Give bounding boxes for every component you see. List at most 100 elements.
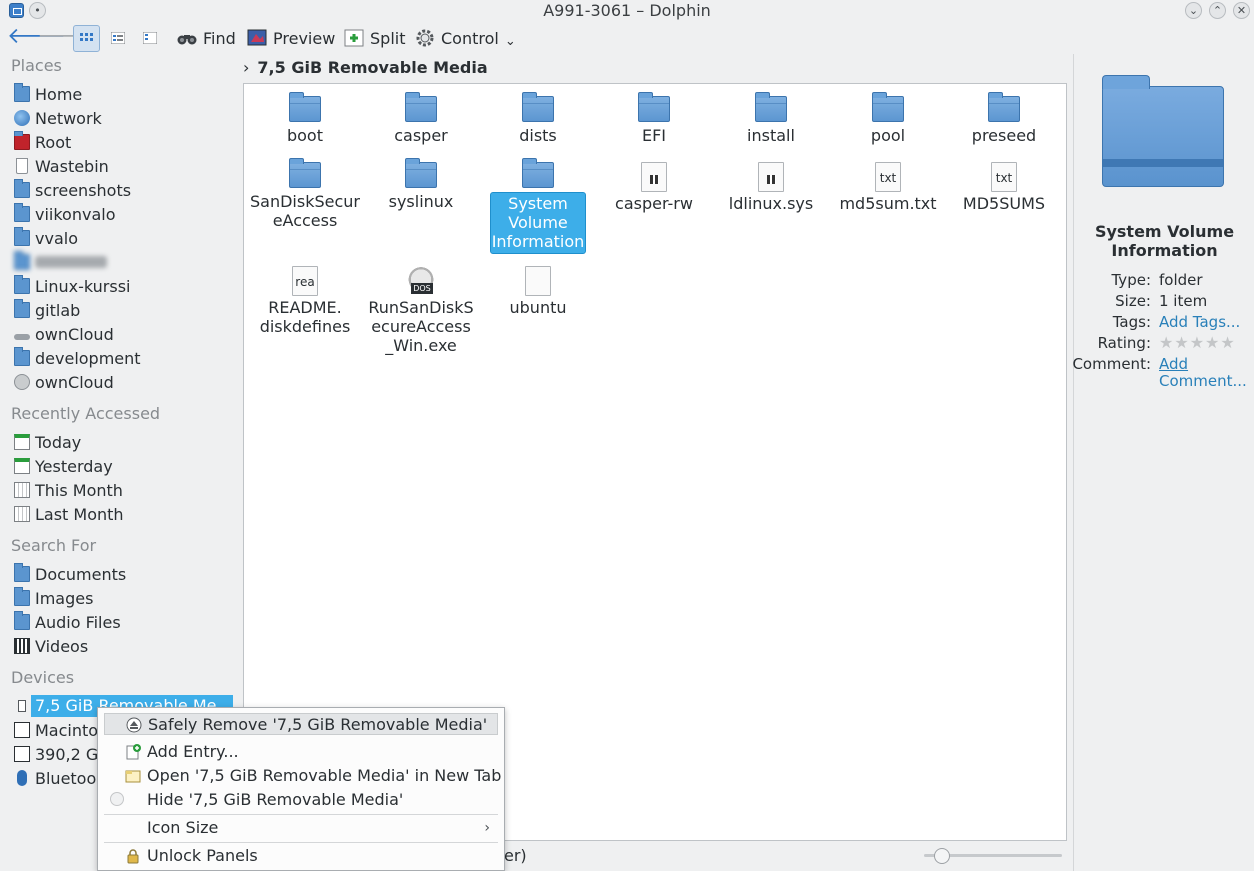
rating-stars[interactable]: ★ ★ ★ ★ ★ <box>1159 335 1235 351</box>
places-item-linux-kurssi[interactable]: Linux-kurssi <box>14 274 131 298</box>
places-item-network[interactable]: Network <box>14 106 102 130</box>
close-button[interactable]: ✕ <box>1233 2 1250 19</box>
compact-view-icon <box>111 32 125 44</box>
add-comment-link-line1: Add <box>1159 355 1189 373</box>
menu-item-icon-size[interactable]: Icon Size › <box>104 817 498 839</box>
file-name: pool <box>870 126 906 145</box>
file-item-casper[interactable]: casper <box>366 92 476 145</box>
places-section-header: Places <box>11 56 62 75</box>
info-rating-label: Rating: <box>1097 334 1151 352</box>
places-item-label: development <box>35 348 141 368</box>
zoom-slider-handle[interactable] <box>934 848 950 864</box>
places-item-screenshots[interactable]: screenshots <box>14 178 131 202</box>
places-item-vvalo[interactable]: vvalo <box>14 226 78 250</box>
menu-item-unlock-panels[interactable]: Unlock Panels <box>104 845 498 867</box>
binary-file-icon <box>758 162 784 192</box>
file-item-pool[interactable]: pool <box>833 92 943 145</box>
menu-item-add-entry[interactable]: Add Entry... <box>104 741 498 763</box>
breadcrumb-current[interactable]: 7,5 GiB Removable Media <box>257 58 487 77</box>
search-item-videos[interactable]: Videos <box>14 634 88 658</box>
places-item-gitlab[interactable]: gitlab <box>14 298 80 322</box>
file-item-ldlinux-sys[interactable]: ldlinux.sys <box>716 162 826 213</box>
device-item-removable-media[interactable] <box>14 694 30 718</box>
file-item-readme-diskdefines[interactable]: rea README. diskdefines <box>250 266 360 336</box>
places-item-blurred[interactable] <box>14 250 107 274</box>
file-item-ubuntu[interactable]: ubuntu <box>483 266 593 317</box>
places-item-home[interactable]: Home <box>14 82 82 106</box>
menu-separator <box>104 842 498 843</box>
back-button[interactable]: 🡐 <box>7 26 66 50</box>
star-icon[interactable]: ★ <box>1190 335 1204 351</box>
file-item-preseed[interactable]: preseed <box>949 92 1059 145</box>
maximize-button[interactable]: ⌃ <box>1209 2 1226 19</box>
menu-item-safely-remove[interactable]: Safely Remove '7,5 GiB Removable Media' <box>104 713 498 735</box>
recent-item-today[interactable]: Today <box>14 430 81 454</box>
places-item-wastebin[interactable]: Wastebin <box>14 154 109 178</box>
info-tags-label: Tags: <box>1112 313 1151 331</box>
hide-checkbox[interactable] <box>110 792 124 806</box>
search-item-images[interactable]: Images <box>14 586 93 610</box>
places-item-label: ownCloud <box>35 324 114 344</box>
file-item-dists[interactable]: dists <box>483 92 593 145</box>
places-item-development[interactable]: development <box>14 346 141 370</box>
file-item-install[interactable]: install <box>716 92 826 145</box>
star-icon[interactable]: ★ <box>1174 335 1188 351</box>
preview-button[interactable]: Preview <box>247 25 335 51</box>
file-item-boot[interactable]: boot <box>250 92 360 145</box>
details-view-button[interactable] <box>137 25 164 52</box>
minimize-button[interactable]: ⌄ <box>1185 2 1202 19</box>
places-item-viikonvalo[interactable]: viikonvalo <box>14 202 116 226</box>
icons-view-button[interactable] <box>73 25 100 52</box>
recent-item-label: This Month <box>35 480 123 500</box>
places-item-label: Home <box>35 84 83 104</box>
search-item-audio[interactable]: Audio Files <box>14 610 121 634</box>
places-item-label: gitlab <box>35 300 81 320</box>
file-item-casper-rw[interactable]: casper-rw <box>599 162 709 213</box>
file-item-sandisksecureaccess[interactable]: SanDiskSecur eAccess <box>250 158 360 230</box>
large-folder-icon <box>1102 75 1224 187</box>
compact-view-button[interactable] <box>105 25 132 52</box>
control-menu-button[interactable]: Control ⌄ <box>415 25 516 51</box>
split-view-icon <box>344 29 364 47</box>
folder-icon <box>14 179 30 198</box>
file-name: md5sum.txt <box>839 194 937 213</box>
star-icon[interactable]: ★ <box>1205 335 1219 351</box>
file-item-md5sums[interactable]: txt MD5SUMS <box>949 162 1059 213</box>
places-item-root[interactable]: Root <box>14 130 71 154</box>
file-item-syslinux[interactable]: syslinux <box>366 158 476 211</box>
recent-item-this-month[interactable]: This Month <box>14 478 123 502</box>
search-item-label: Videos <box>35 636 89 656</box>
trash-icon <box>16 158 28 174</box>
file-item-system-volume-information[interactable]: System Volume Information <box>490 158 586 254</box>
file-item-efi[interactable]: EFI <box>599 92 709 145</box>
breadcrumb-chevron-icon[interactable]: › <box>243 58 249 77</box>
device-item-macintosh[interactable]: Macinto <box>14 718 98 742</box>
star-icon[interactable]: ★ <box>1159 335 1173 351</box>
split-button[interactable]: Split <box>344 25 405 51</box>
recent-item-yesterday[interactable]: Yesterday <box>14 454 113 478</box>
places-item-owncloud-drive[interactable]: ownCloud <box>14 370 114 394</box>
recent-item-last-month[interactable]: Last Month <box>14 502 124 526</box>
search-item-label: Documents <box>35 564 127 584</box>
menu-item-hide[interactable]: Hide '7,5 GiB Removable Media' <box>104 789 498 811</box>
network-folder-icon <box>14 347 30 366</box>
device-item-390gib[interactable]: 390,2 Gi <box>14 742 103 766</box>
menu-item-open-new-tab[interactable]: Open '7,5 GiB Removable Media' in New Ta… <box>104 765 502 787</box>
cloud-icon <box>14 334 30 340</box>
window-title: A991-3061 – Dolphin <box>543 1 711 20</box>
add-tags-link[interactable]: Add Tags... <box>1159 314 1240 331</box>
places-item-owncloud[interactable]: ownCloud <box>14 322 114 346</box>
add-comment-link-line2[interactable]: Comment... <box>1159 373 1247 390</box>
info-file-name: System Volume Information <box>1094 222 1235 260</box>
bluetooth-icon <box>17 770 27 786</box>
star-icon[interactable]: ★ <box>1220 335 1234 351</box>
find-button[interactable]: Find <box>177 25 236 51</box>
device-item-bluetooth[interactable]: Bluetoo <box>14 766 96 790</box>
binary-file-icon <box>641 162 667 192</box>
add-comment-link[interactable]: Add <box>1159 356 1188 373</box>
file-item-runsandisk-exe[interactable]: DOS RunSanDiskS ecureAccess _Win.exe <box>366 266 476 355</box>
forward-button[interactable]: 🡒 <box>37 26 96 50</box>
file-item-md5sum-txt[interactable]: txt md5sum.txt <box>833 162 943 213</box>
menu-item-label: Open '7,5 GiB Removable Media' in New Ta… <box>147 766 502 785</box>
search-item-documents[interactable]: Documents <box>14 562 126 586</box>
